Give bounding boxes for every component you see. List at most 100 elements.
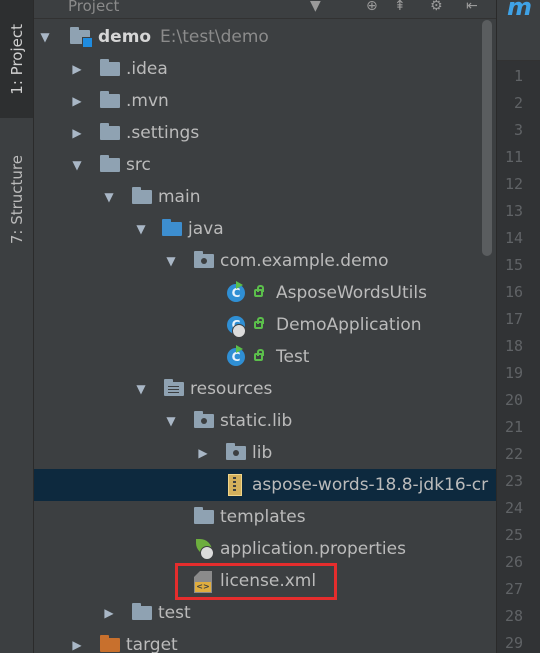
folder-icon: [132, 187, 152, 204]
tree-row-main[interactable]: ▼ main: [34, 181, 496, 213]
line-number: 1: [513, 67, 523, 85]
line-number: 27: [504, 580, 523, 598]
folder-icon: [132, 603, 152, 620]
access-lock-icon: [254, 285, 264, 297]
tree-label: .mvn: [126, 91, 169, 111]
jar-icon: [228, 474, 242, 496]
expanded-arrow-icon[interactable]: ▼: [70, 149, 84, 181]
tree-row-static-lib[interactable]: ▼ static.lib: [34, 405, 496, 437]
locate-icon[interactable]: ⊕: [366, 0, 378, 14]
tree-label: .settings: [126, 123, 200, 143]
tree-label: com.example.demo: [220, 251, 389, 271]
java-class-icon: C: [227, 345, 245, 366]
collapsed-arrow-icon[interactable]: ▶: [70, 53, 84, 85]
dropdown-icon[interactable]: ▼: [310, 0, 321, 14]
tree-row-target[interactable]: ▶ target: [34, 629, 496, 653]
package-icon: [194, 411, 214, 428]
collapse-icon[interactable]: ⇞: [394, 0, 406, 14]
access-lock-icon: [254, 317, 264, 329]
tree-row-class[interactable]: C AsposeWordsUtils: [34, 277, 496, 309]
line-number: 12: [504, 175, 523, 193]
line-number: 3: [513, 121, 523, 139]
folder-icon: [100, 155, 120, 172]
project-tool-tab[interactable]: 1: Project: [0, 0, 33, 118]
line-number: 21: [504, 418, 523, 436]
excluded-folder-icon: [100, 635, 120, 652]
collapsed-arrow-icon[interactable]: ▶: [70, 117, 84, 149]
tree-label: templates: [220, 507, 306, 527]
tree-label: target: [126, 635, 178, 653]
project-panel-header: Project ▼ ⊕ ⇞ ⚙ ⇤: [34, 0, 496, 19]
tree-row-demo[interactable]: ▼ demo E:\test\demo: [34, 21, 496, 53]
resources-folder-icon: [164, 379, 184, 396]
line-number: 20: [504, 391, 523, 409]
collapsed-arrow-icon[interactable]: ▶: [102, 597, 116, 629]
expanded-arrow-icon[interactable]: ▼: [134, 373, 148, 405]
left-tool-strip: 1: Project 7: Structure: [0, 0, 34, 653]
line-number: 14: [504, 229, 523, 247]
line-number: 17: [504, 310, 523, 328]
line-number: 19: [504, 364, 523, 382]
maven-file-icon: m: [507, 0, 533, 21]
folder-icon: [100, 59, 120, 76]
line-number: 23: [504, 472, 523, 490]
package-icon: [226, 443, 246, 460]
tree-label: src: [126, 155, 151, 175]
line-number: 29: [504, 634, 523, 652]
tree-label: DemoApplication: [276, 315, 422, 335]
folder-icon: [194, 507, 214, 524]
tree-row-java[interactable]: ▼ java: [34, 213, 496, 245]
tree-label: main: [158, 187, 201, 207]
editor-tab[interactable]: m: [497, 0, 540, 61]
gear-icon[interactable]: ⚙: [430, 0, 443, 14]
expanded-arrow-icon[interactable]: ▼: [164, 405, 178, 437]
line-number: 15: [504, 256, 523, 274]
tree-label: application.properties: [220, 539, 406, 559]
tree-label: static.lib: [220, 411, 293, 431]
root-name: demo: [98, 27, 152, 47]
tree-label: .idea: [126, 59, 168, 79]
expanded-arrow-icon[interactable]: ▼: [102, 181, 116, 213]
tree-row-lib[interactable]: ▶ lib: [34, 437, 496, 469]
tree-label: AsposeWordsUtils: [276, 283, 427, 303]
tree-row-src[interactable]: ▼ src: [34, 149, 496, 181]
line-number: 13: [504, 202, 523, 220]
structure-tab-label: 7: Structure: [7, 155, 26, 245]
line-number: 11: [504, 148, 523, 166]
line-number: 26: [504, 553, 523, 571]
line-number: 28: [504, 607, 523, 625]
tree-row-class[interactable]: C DemoApplication: [34, 309, 496, 341]
tree-row-mvn[interactable]: ▶ .mvn: [34, 85, 496, 117]
tree-label: lib: [252, 443, 273, 463]
tree-row-test[interactable]: ▶ test: [34, 597, 496, 629]
expanded-arrow-icon[interactable]: ▼: [38, 21, 52, 53]
tree-row-idea[interactable]: ▶ .idea: [34, 53, 496, 85]
expanded-arrow-icon[interactable]: ▼: [164, 245, 178, 277]
expanded-arrow-icon[interactable]: ▼: [134, 213, 148, 245]
tree-row-app-properties[interactable]: application.properties: [34, 533, 496, 565]
structure-tool-tab[interactable]: 7: Structure: [0, 140, 33, 260]
tree-label: resources: [190, 379, 273, 399]
project-panel: Project ▼ ⊕ ⇞ ⚙ ⇤ ▼ demo E:\test\demo ▶ …: [34, 0, 496, 653]
collapsed-arrow-icon[interactable]: ▶: [70, 85, 84, 117]
collapsed-arrow-icon[interactable]: ▶: [196, 437, 210, 469]
license-highlight-box: [175, 563, 337, 600]
collapsed-arrow-icon[interactable]: ▶: [70, 629, 84, 653]
tree-row-resources[interactable]: ▼ resources: [34, 373, 496, 405]
editor-area: m 1 2 3 11 12 13 14 15 16 17 18 19 20 21…: [496, 0, 540, 653]
access-lock-icon: [254, 349, 264, 361]
panel-title: Project: [68, 0, 120, 15]
tree-row-package[interactable]: ▼ com.example.demo: [34, 245, 496, 277]
project-tab-label: 1: Project: [7, 23, 26, 95]
module-folder-icon: [70, 27, 93, 48]
spring-boot-class-icon: C: [227, 316, 246, 338]
tree-row-templates[interactable]: templates: [34, 501, 496, 533]
tree-row-jar[interactable]: aspose-words-18.8-jdk16-cr: [34, 469, 496, 501]
package-icon: [194, 251, 214, 268]
tree-row-class[interactable]: C Test: [34, 341, 496, 373]
tree-row-settings[interactable]: ▶ .settings: [34, 117, 496, 149]
hide-icon[interactable]: ⇤: [466, 0, 478, 14]
line-number: 18: [504, 337, 523, 355]
root-path: E:\test\demo: [160, 27, 269, 47]
source-folder-icon: [162, 219, 182, 236]
